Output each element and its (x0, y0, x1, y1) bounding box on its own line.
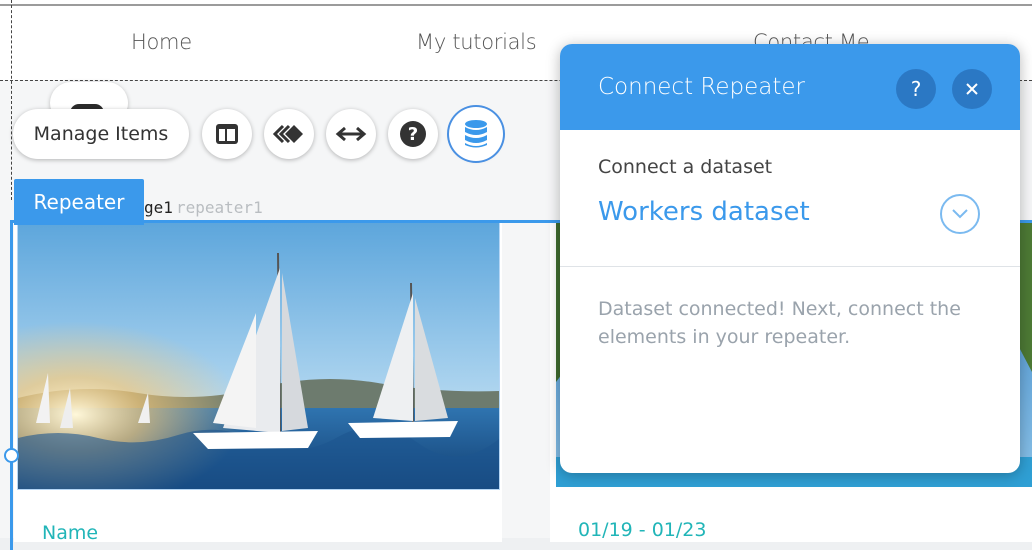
header-top-border (0, 4, 1032, 6)
panel-help-button[interactable]: ? (896, 69, 936, 109)
connect-data-button[interactable] (451, 109, 501, 159)
dataset-dropdown-value[interactable]: Workers dataset (598, 197, 810, 227)
panel-header: Connect Repeater ? (560, 44, 1020, 130)
database-icon (465, 120, 487, 148)
element-id-label: repeater1 (176, 198, 263, 217)
dataset-label: Connect a dataset (598, 156, 773, 178)
nav-my-tutorials[interactable]: My tutorials (416, 30, 537, 54)
layout-button[interactable] (202, 109, 252, 159)
help-icon: ? (400, 121, 426, 147)
layout-icon (216, 124, 238, 144)
svg-text:?: ? (408, 124, 418, 145)
repeater-tag[interactable]: Repeater (14, 179, 144, 225)
stretch-button[interactable] (326, 109, 376, 159)
question-icon: ? (910, 77, 922, 101)
design-button[interactable] (264, 109, 314, 159)
stretch-icon (335, 126, 367, 142)
overlapped-element-id: ge1 (144, 198, 173, 217)
editor-canvas: Home My tutorials Contact Me Name 01/19 … (0, 0, 1032, 550)
left-guide-line (11, 0, 12, 200)
connect-repeater-panel: Connect Repeater ? Connect a dataset Wor… (560, 44, 1020, 473)
connection-status-message: Dataset connected! Next, connect the ele… (598, 298, 961, 348)
panel-close-button[interactable] (952, 69, 992, 109)
resize-handle[interactable] (4, 448, 19, 463)
chevron-down-icon (952, 209, 968, 219)
nav-home[interactable]: Home (131, 30, 192, 54)
panel-divider (560, 266, 1020, 267)
design-icon (272, 124, 303, 144)
manage-items-button[interactable]: Manage Items (13, 109, 189, 159)
dataset-dropdown-toggle[interactable] (940, 194, 980, 234)
close-icon (966, 83, 978, 95)
panel-title: Connect Repeater (598, 74, 805, 100)
help-button[interactable]: ? (388, 109, 438, 159)
